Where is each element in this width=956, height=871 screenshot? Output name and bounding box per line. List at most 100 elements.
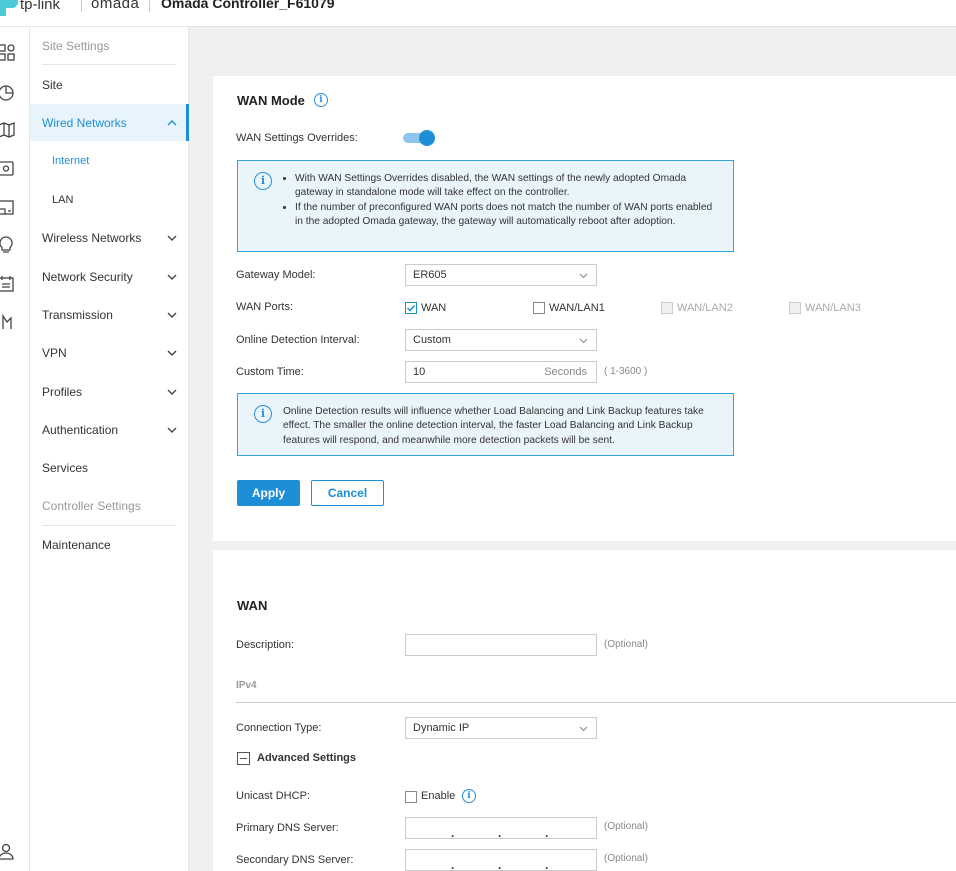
wan-port-checkbox <box>789 302 801 314</box>
wan-port-checkbox[interactable] <box>533 302 545 314</box>
sidebar-item-profiles[interactable]: Profiles <box>30 377 189 407</box>
chevron-down-icon <box>579 273 588 279</box>
ip-separator: . <box>545 858 549 871</box>
connection-type-select[interactable]: Dynamic IP <box>405 717 597 739</box>
unicast-dhcp-label: Unicast DHCP: <box>236 790 310 802</box>
brand-logo-text: tp-link <box>20 0 61 13</box>
overrides-label: WAN Settings Overrides: <box>236 132 358 144</box>
detection-note-text: Online Detection results will influence … <box>283 406 704 446</box>
gateway-model-select[interactable]: ER605 <box>405 264 597 286</box>
optional-hint: (Optional) <box>604 853 648 864</box>
sidebar-item-vpn[interactable]: VPN <box>30 338 189 368</box>
ip-separator: . <box>498 858 502 871</box>
wan-mode-card: WAN Mode i WAN Settings Overrides: i Wit… <box>213 76 956 541</box>
sidebar-header-site-settings: Site Settings <box>42 39 110 53</box>
wan-mode-title: WAN Mode <box>237 93 305 108</box>
wan-ports-label: WAN Ports: <box>236 301 294 313</box>
sidebar-item-label: Wired Networks <box>42 115 127 130</box>
sidebar-item-label: Network Security <box>42 270 133 284</box>
ip-separator: . <box>451 826 455 840</box>
header-divider <box>81 0 82 12</box>
devices-icon[interactable] <box>0 160 16 178</box>
ip-separator: . <box>545 826 549 840</box>
sidebar-item-lan[interactable]: LAN <box>30 185 189 215</box>
primary-dns-label: Primary DNS Server: <box>236 822 339 834</box>
wan-port-label: WAN/LAN2 <box>677 302 733 314</box>
overrides-info-note: i With WAN Settings Overrides disabled, … <box>237 160 734 252</box>
sidebar-item-wireless-networks[interactable]: Wireless Networks <box>30 223 189 253</box>
chevron-down-icon <box>167 235 177 241</box>
map-icon[interactable] <box>0 121 16 139</box>
header-divider <box>149 0 150 12</box>
insight-icon[interactable] <box>0 236 16 254</box>
apply-button[interactable]: Apply <box>237 480 300 506</box>
custom-time-input[interactable]: 10 Seconds <box>405 361 597 383</box>
detection-interval-select[interactable]: Custom <box>405 329 597 351</box>
gateway-model-label: Gateway Model: <box>236 269 316 281</box>
unicast-enable-label: Enable <box>421 790 456 802</box>
custom-time-range: ( 1-3600 ) <box>604 366 648 377</box>
sidebar-header-controller-settings: Controller Settings <box>42 499 141 513</box>
icon-rail <box>0 27 30 871</box>
sidebar-divider <box>42 525 176 526</box>
sidebar-item-label: Profiles <box>42 385 83 399</box>
optional-hint: (Optional) <box>604 821 648 832</box>
info-icon: i <box>254 172 272 190</box>
product-logo-text: omada <box>91 0 140 12</box>
note-bullet-list: With WAN Settings Overrides disabled, th… <box>295 172 715 229</box>
ip-separator: . <box>498 826 502 840</box>
info-icon[interactable]: i <box>462 789 476 803</box>
advanced-settings-toggle[interactable]: Advanced Settings <box>257 752 356 764</box>
toggle-knob <box>419 130 435 146</box>
log-icon[interactable] <box>0 275 16 293</box>
wan-port-checkbox[interactable] <box>405 302 417 314</box>
ip-separator: . <box>451 858 455 871</box>
input-value: 10 <box>413 366 426 378</box>
wan-port-label: WAN/LAN1 <box>549 302 605 314</box>
wan-card: WAN Description: (Optional) IPv4 Connect… <box>213 550 956 871</box>
select-value: Dynamic IP <box>413 722 470 734</box>
detection-info-note: i Online Detection results will influenc… <box>237 393 734 456</box>
unicast-dhcp-checkbox[interactable] <box>405 791 417 803</box>
cancel-button[interactable]: Cancel <box>311 480 384 506</box>
secondary-dns-input[interactable]: . . . <box>405 849 597 871</box>
chevron-down-icon <box>167 427 177 433</box>
secondary-dns-label: Secondary DNS Server: <box>236 854 354 866</box>
wan-title: WAN <box>237 598 268 613</box>
sidebar-item-label: Wireless Networks <box>42 231 142 245</box>
description-label: Description: <box>236 639 295 651</box>
sidebar-item-maintenance[interactable]: Maintenance <box>30 530 189 560</box>
dashboard-icon[interactable] <box>0 44 16 62</box>
reports-icon[interactable] <box>0 313 16 331</box>
info-icon: i <box>254 405 272 423</box>
sidebar-item-internet[interactable]: Internet <box>30 146 189 176</box>
wan-port-checkbox <box>661 302 673 314</box>
settings-sidebar: Site Settings Site Wired Networks Intern… <box>30 27 189 871</box>
info-icon[interactable]: i <box>314 93 328 107</box>
collapse-icon[interactable] <box>237 752 250 765</box>
chevron-down-icon <box>579 726 588 732</box>
clients-icon[interactable] <box>0 199 16 217</box>
sidebar-item-transmission[interactable]: Transmission <box>30 300 189 330</box>
chevron-up-icon <box>167 120 177 126</box>
note-bullet: With WAN Settings Overrides disabled, th… <box>295 172 715 201</box>
sidebar-item-network-security[interactable]: Network Security <box>30 262 189 292</box>
chevron-down-icon <box>167 274 177 280</box>
sidebar-item-wired-networks[interactable]: Wired Networks <box>30 104 189 141</box>
sidebar-item-label: VPN <box>42 346 67 360</box>
overrides-toggle[interactable] <box>403 130 435 146</box>
description-input[interactable] <box>405 634 597 656</box>
check-icon <box>406 304 416 312</box>
statistics-icon[interactable] <box>0 83 16 101</box>
ipv4-heading: IPv4 <box>236 680 257 691</box>
wan-port-label: WAN/LAN3 <box>805 302 861 314</box>
sidebar-item-services[interactable]: Services <box>30 453 189 483</box>
account-icon[interactable] <box>0 843 16 861</box>
primary-dns-input[interactable]: . . . <box>405 817 597 840</box>
chevron-down-icon <box>167 312 177 318</box>
sidebar-item-authentication[interactable]: Authentication <box>30 415 189 445</box>
input-unit: Seconds <box>544 366 587 378</box>
sidebar-item-site[interactable]: Site <box>30 70 189 100</box>
controller-name[interactable]: Omada Controller_F61079 <box>161 0 335 11</box>
sidebar-item-label: Transmission <box>42 308 113 322</box>
